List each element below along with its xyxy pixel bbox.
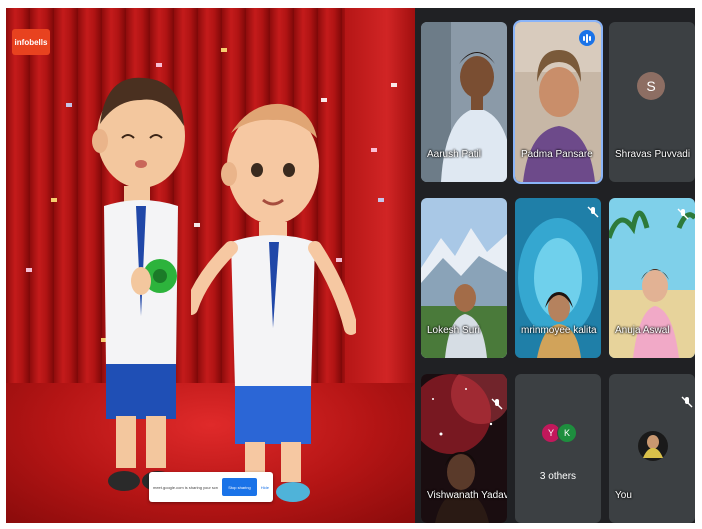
confetti [371, 148, 377, 152]
participant-tile-shravas[interactable]: S Shravas Puvvadi [609, 22, 695, 182]
participant-name: You [615, 490, 632, 501]
hide-button[interactable]: Hide [261, 485, 269, 490]
speaking-indicator-icon [579, 30, 595, 46]
participant-name: Shravas Puvvadi [615, 149, 691, 160]
presentation-area[interactable]: infobells meet.google.com is sharing you… [6, 8, 415, 523]
participant-name: Aarush Patil [427, 149, 481, 160]
avatar: S [637, 72, 665, 100]
confetti [378, 198, 384, 202]
mic-muted-icon [681, 396, 693, 408]
confetti [391, 83, 397, 87]
participant-name: mrinmoyee kalita [521, 325, 597, 336]
mic-muted-icon [677, 208, 689, 220]
others-count-label: 3 others [539, 471, 577, 482]
confetti [221, 48, 227, 52]
screen-share-bar: meet.google.com is sharing your screen. … [149, 472, 273, 502]
participant-tile-lokesh[interactable]: Lokesh Suri [421, 198, 507, 358]
brand-logo: infobells [12, 29, 50, 55]
confetti [51, 198, 57, 202]
participant-name: Vishwanath Yadav [427, 490, 507, 501]
mic-muted-icon [491, 398, 503, 410]
participant-tile-aarush[interactable]: Aarush Patil [421, 22, 507, 182]
confetti [66, 103, 72, 107]
participant-tile-vishwanath[interactable]: Vishwanath Yadav [421, 374, 507, 523]
cartoon-boy-left [92, 77, 185, 491]
participant-tile-anuja[interactable]: Anuja Aswal [609, 198, 695, 358]
participant-tile-others[interactable]: Y K 3 others [515, 374, 601, 523]
participant-name: Anuja Aswal [615, 325, 670, 336]
participant-tile-you[interactable]: You [609, 374, 695, 523]
cartoon-boy-right [191, 103, 356, 502]
participant-tile-mrinmoyee[interactable]: mrinmoyee kalita [515, 198, 601, 358]
participant-tile-padma[interactable]: Padma Pansare [513, 20, 603, 184]
mic-muted-icon [587, 206, 599, 218]
stop-sharing-button[interactable]: Stop sharing [222, 478, 257, 496]
share-message: meet.google.com is sharing your screen. [153, 484, 219, 490]
avatar: K [557, 423, 577, 443]
others-avatars: Y K [541, 423, 581, 445]
avatar [638, 431, 668, 461]
participant-name: Padma Pansare [521, 149, 593, 160]
meeting-window: infobells meet.google.com is sharing you… [6, 8, 695, 523]
participant-name: Lokesh Suri [427, 325, 480, 336]
confetti [26, 268, 32, 272]
